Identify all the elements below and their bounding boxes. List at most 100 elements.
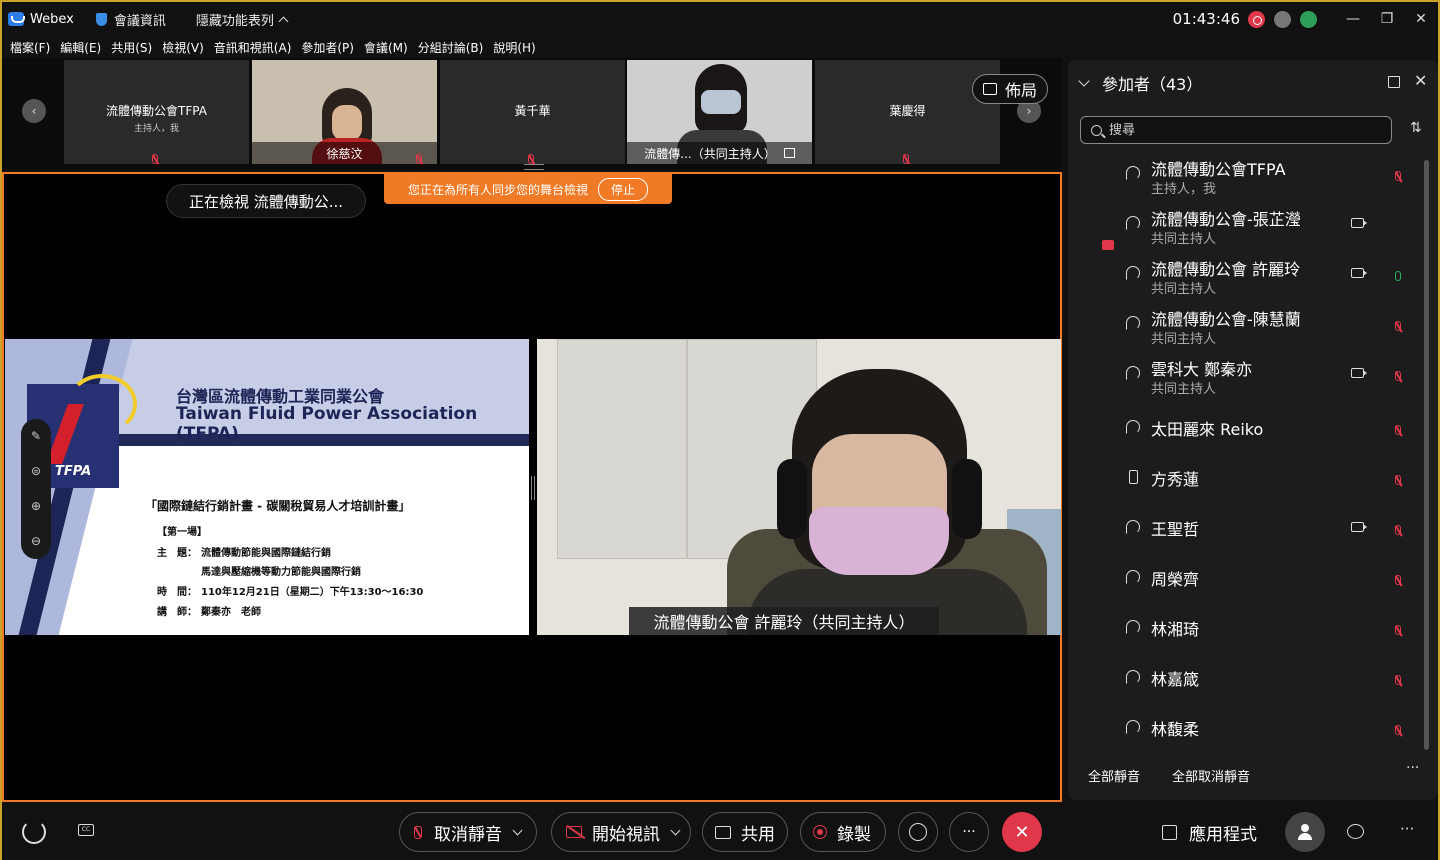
reactions-button[interactable] <box>898 812 938 852</box>
more-panels-icon[interactable]: ··· <box>1400 820 1414 838</box>
participant-row[interactable]: 流體傳動公會-陳慧蘭 共同主持人 <box>1068 304 1428 352</box>
close-panel-icon[interactable]: ✕ <box>1414 71 1427 90</box>
participant-row[interactable]: 流體傳動公會 許麗玲 共同主持人 <box>1068 254 1428 302</box>
active-speaker-video[interactable]: 流體傳動公會 許麗玲（共同主持人） <box>537 339 1061 635</box>
mic-on-icon[interactable] <box>1395 266 1401 285</box>
menu-bar: 檔案(F) 編輯(E) 共用(S) 檢視(V) 音訊和視訊(A) 參加者(P) … <box>2 36 1438 58</box>
slide-speaker-value: 鄭秦亦 老師 <box>201 607 261 618</box>
zoom-out-icon[interactable]: ⊖ <box>21 524 51 559</box>
participant-list-scrollbar[interactable] <box>1424 160 1429 750</box>
viewing-indicator[interactable]: 正在檢視 流體傳動公... <box>166 184 366 218</box>
sort-icon[interactable]: ⇅ <box>1410 120 1422 136</box>
chat-icon[interactable] <box>1347 824 1364 839</box>
filmstrip-tile[interactable]: 流體傳...（共同主持人） <box>627 60 812 164</box>
mic-muted-icon[interactable] <box>1395 366 1401 385</box>
participant-row[interactable]: 周榮齊 <box>1068 554 1428 602</box>
participants-header[interactable]: 參加者（43） <box>1078 70 1203 96</box>
participant-row[interactable]: 林嘉箴 <box>1068 654 1428 702</box>
participant-row[interactable]: 方秀蓮 <box>1068 454 1428 502</box>
hide-menu-bar-label: 隱藏功能表列 <box>195 13 274 29</box>
menu-view[interactable]: 檢視(V) <box>162 39 204 56</box>
participant-row[interactable]: 林湘琦 <box>1068 604 1428 652</box>
layout-button[interactable]: 佈局 <box>972 74 1048 104</box>
mic-muted-icon[interactable] <box>1395 620 1401 639</box>
participants-toggle-button[interactable] <box>1285 812 1325 852</box>
sharing-badge-icon <box>1102 240 1114 250</box>
participant-name: 太田麗來 Reiko <box>1151 420 1264 439</box>
annotate-pen-icon[interactable]: ✎ <box>21 419 51 454</box>
participant-name: 周榮齊 <box>1151 570 1200 589</box>
participant-row[interactable]: 流體傳動公會TFPA 主持人，我 <box>1068 154 1428 202</box>
unmute-button[interactable]: 取消靜音 <box>399 812 537 852</box>
tile-name: 徐慈汶 <box>326 146 363 161</box>
menu-edit[interactable]: 編輯(E) <box>60 39 101 56</box>
headphone-left <box>777 459 807 539</box>
zoom-in-icon[interactable]: ⊕ <box>21 489 51 524</box>
computer-audio-icon <box>1126 570 1140 584</box>
stage-split-handle[interactable] <box>531 476 535 500</box>
menu-participants[interactable]: 參加者(P) <box>301 39 354 56</box>
participant-row[interactable]: 林馥柔 <box>1068 704 1428 752</box>
meeting-info-button[interactable]: 會議資訊 <box>95 10 166 29</box>
restore-button[interactable]: ❐ <box>1370 2 1404 36</box>
menu-breakout[interactable]: 分組討論(B) <box>418 39 484 56</box>
filmstrip-tile[interactable]: 黃千華 <box>440 60 625 164</box>
mic-muted-icon[interactable] <box>1395 166 1401 185</box>
mic-muted-icon[interactable] <box>1395 470 1401 489</box>
menu-share[interactable]: 共用(S) <box>111 39 152 56</box>
unmute-all-button[interactable]: 全部取消靜音 <box>1172 766 1250 785</box>
mic-muted-icon[interactable] <box>1395 670 1401 689</box>
filmstrip-tile[interactable]: 流體傳動公會TFPA 主持人，我 <box>64 60 249 164</box>
mic-muted-icon[interactable] <box>1395 420 1401 439</box>
camera-icon <box>1351 368 1367 378</box>
participant-row[interactable]: 王聖哲 <box>1068 504 1428 552</box>
shared-content[interactable]: TFPA 台灣區流體傳動工業同業公會 Taiwan Fluid Power As… <box>5 339 529 635</box>
network-health-icon[interactable] <box>1300 10 1317 28</box>
participant-search-input[interactable] <box>1109 122 1369 138</box>
filmstrip-prev-button[interactable]: ‹ <box>22 99 46 123</box>
filmstrip-resize-handle[interactable] <box>524 164 544 170</box>
computer-audio-icon <box>1126 670 1140 684</box>
menu-help[interactable]: 說明(H) <box>493 39 535 56</box>
mic-muted-icon[interactable] <box>1395 316 1401 335</box>
participant-row[interactable]: 太田麗來 Reiko <box>1068 404 1428 452</box>
participants-title: 參加者（43） <box>1102 75 1203 94</box>
mic-muted-icon <box>903 149 911 164</box>
control-bar: CC 取消靜音 開始視訊 共用 錄製 ··· ✕ 應用程式 ··· <box>2 802 1438 860</box>
filmstrip-tile[interactable]: 徐慈汶 <box>252 60 437 164</box>
save-snapshot-icon[interactable]: ⊜ <box>21 454 51 489</box>
participant-name: 林嘉箴 <box>1151 670 1200 689</box>
participant-search[interactable] <box>1080 116 1392 144</box>
minimize-button[interactable]: — <box>1336 2 1370 36</box>
slide-topic-label: 主 題： <box>157 548 197 559</box>
participant-name: 雲科大 鄭秦亦 <box>1151 360 1253 379</box>
menu-audio-video[interactable]: 音訊和視訊(A) <box>214 39 292 56</box>
participant-name: 方秀蓮 <box>1151 470 1200 489</box>
record-button[interactable]: 錄製 <box>800 812 886 852</box>
apps-button[interactable]: 應用程式 <box>1162 820 1257 845</box>
stop-sync-button[interactable]: 停止 <box>598 177 649 201</box>
closed-captions-icon[interactable]: CC <box>78 824 94 836</box>
participant-row[interactable]: 雲科大 鄭秦亦 共同主持人 <box>1068 354 1428 402</box>
more-options-button[interactable]: ··· <box>949 812 989 852</box>
mic-muted-icon[interactable] <box>1395 520 1401 539</box>
webex-assistant-icon[interactable] <box>22 820 46 844</box>
menu-meeting[interactable]: 會議(M) <box>364 39 408 56</box>
mic-muted-icon[interactable] <box>1395 720 1401 739</box>
hide-menu-bar-button[interactable]: 隱藏功能表列 <box>195 10 289 29</box>
menu-file[interactable]: 檔案(F) <box>10 39 50 56</box>
key-icon[interactable] <box>1274 10 1291 28</box>
end-meeting-button[interactable]: ✕ <box>1002 812 1042 852</box>
mic-muted-icon[interactable] <box>1395 570 1401 589</box>
more-options-icon[interactable]: ··· <box>1406 760 1419 776</box>
sharing-icon <box>783 148 795 158</box>
share-button[interactable]: 共用 <box>702 812 788 852</box>
mute-all-button[interactable]: 全部靜音 <box>1088 766 1140 785</box>
participant-row[interactable]: 流體傳動公會-張芷瀅 共同主持人 <box>1068 204 1428 252</box>
close-window-button[interactable]: ✕ <box>1404 2 1438 36</box>
recording-status-icon[interactable] <box>1248 10 1265 28</box>
slide-speaker-label: 講 師： <box>157 607 197 618</box>
start-video-button[interactable]: 開始視訊 <box>551 812 691 852</box>
filmstrip-tile[interactable]: 葉慶得 <box>815 60 1000 164</box>
popout-icon[interactable] <box>1388 76 1400 88</box>
